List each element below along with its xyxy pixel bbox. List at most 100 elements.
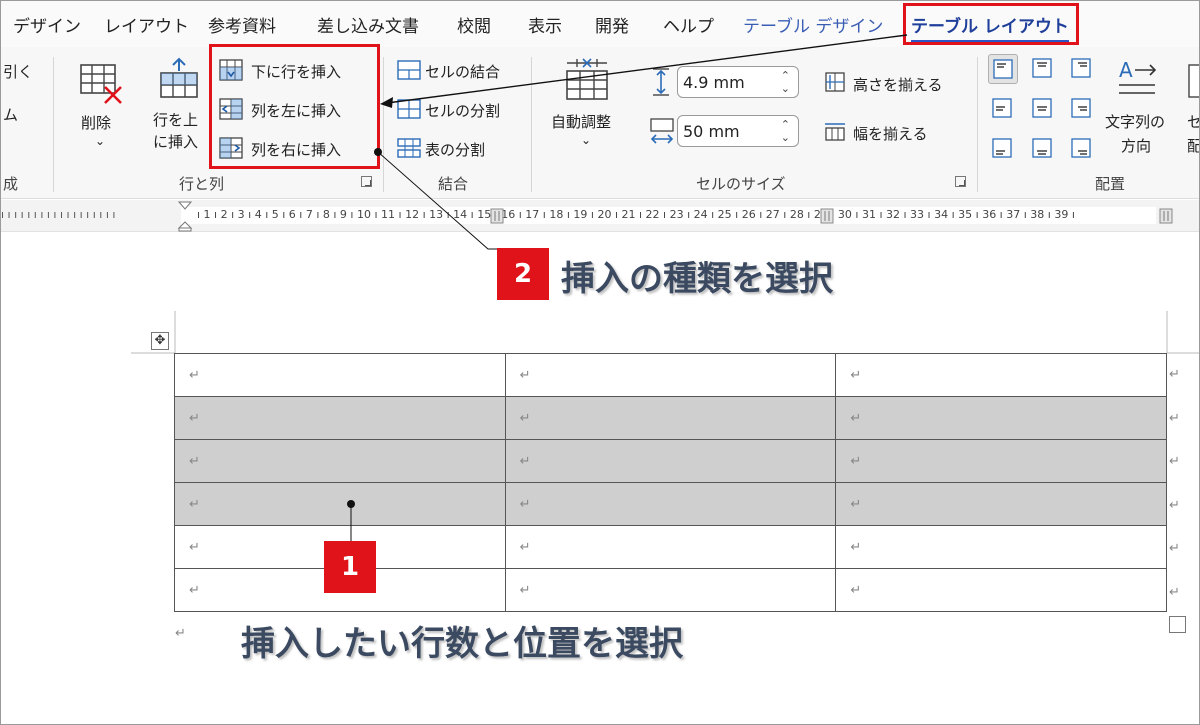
chevron-down-icon: ⌄ bbox=[581, 133, 592, 147]
align-middle-left-button[interactable] bbox=[988, 94, 1018, 124]
tab-view[interactable]: 表示 bbox=[528, 12, 562, 37]
word-table[interactable]: ↵ ↵ ↵ ↵ ↵ ↵ ↵ ↵ ↵ ↵ ↵ ↵ ↵ ↵ ↵ ↵ ↵ ↵ bbox=[174, 353, 1167, 612]
align-top-right-icon bbox=[1071, 58, 1091, 78]
tab-references[interactable]: 参考資料 bbox=[208, 12, 276, 37]
table-row[interactable]: ↵ ↵ ↵ bbox=[174, 353, 1167, 397]
table-cell[interactable]: ↵ bbox=[835, 396, 1167, 440]
tab-design[interactable]: デザイン bbox=[13, 12, 81, 37]
horizontal-ruler[interactable]: ı ı ı ı ı ı ı ı ı ı ı ı ı ı ı ı ı ı ı 1 … bbox=[1, 200, 1199, 232]
align-top-right-button[interactable] bbox=[1067, 54, 1097, 84]
autofit-label: 自動調整 bbox=[551, 113, 612, 131]
align-middle-right-button[interactable] bbox=[1067, 94, 1097, 124]
align-middle-center-button[interactable] bbox=[1028, 94, 1058, 124]
insert-left-label: 列を左に挿入 bbox=[251, 102, 342, 120]
table-row[interactable]: ↵ ↵ ↵ bbox=[174, 396, 1167, 440]
align-bottom-right-button[interactable] bbox=[1067, 134, 1097, 164]
align-top-center-icon bbox=[1032, 58, 1052, 78]
table-resize-handle[interactable] bbox=[1169, 616, 1186, 633]
group-separator bbox=[531, 57, 532, 192]
table-cell[interactable]: ↵ bbox=[504, 525, 837, 569]
split-cells-button[interactable]: セルの分割 bbox=[395, 96, 519, 124]
tab-layout[interactable]: レイアウト bbox=[104, 12, 189, 37]
table-cell[interactable]: ↵ bbox=[504, 568, 837, 612]
row-height-value: 4.9 mm bbox=[683, 73, 745, 92]
highlight-box-table-layout-tab bbox=[903, 3, 1079, 45]
group-separator bbox=[383, 57, 384, 192]
table-move-handle[interactable]: ✥ bbox=[151, 332, 169, 350]
end-of-row-mark: ↵ bbox=[1169, 410, 1180, 426]
column-width-icon bbox=[650, 118, 674, 144]
column-marker-icon[interactable] bbox=[1159, 208, 1173, 224]
table-row[interactable]: ↵ ↵ ↵ bbox=[174, 482, 1167, 526]
tab-developer[interactable]: 開発 bbox=[595, 12, 629, 37]
insert-left-icon bbox=[219, 98, 243, 120]
cell-size-dialog-launcher-icon[interactable] bbox=[955, 176, 966, 187]
align-bottom-right-icon bbox=[1071, 138, 1091, 158]
text-direction-button[interactable]: A 文字列の 方向 bbox=[1103, 57, 1177, 157]
split-table-icon bbox=[397, 138, 421, 158]
split-table-label: 表の分割 bbox=[425, 141, 486, 159]
insert-right-button[interactable]: 列を右に挿入 bbox=[217, 134, 375, 164]
table-cell[interactable]: ↵ bbox=[504, 353, 837, 397]
insert-above-button[interactable]: 行を上 に挿入 bbox=[147, 55, 211, 155]
table-cell[interactable]: ↵ bbox=[174, 396, 506, 440]
column-width-spinner-icon[interactable]: ⌃ ⌄ bbox=[781, 118, 790, 144]
delete-button[interactable]: 削除 ⌄ bbox=[69, 59, 135, 151]
table-cell[interactable]: ↵ bbox=[174, 353, 506, 397]
rows-columns-dialog-launcher-icon[interactable] bbox=[361, 176, 372, 187]
align-top-center-button[interactable] bbox=[1028, 54, 1058, 84]
tab-help[interactable]: ヘルプ bbox=[663, 12, 714, 37]
distribute-rows-label: 高さを揃える bbox=[853, 76, 943, 94]
column-width-input[interactable]: 50 mm ⌃ ⌄ bbox=[677, 115, 799, 147]
tab-mailings[interactable]: 差し込み文書 bbox=[317, 12, 419, 37]
table-cell[interactable]: ↵ bbox=[835, 525, 1167, 569]
move-cross-icon: ✥ bbox=[154, 333, 166, 348]
align-top-left-button[interactable] bbox=[988, 54, 1018, 84]
tab-review[interactable]: 校閲 bbox=[457, 12, 491, 37]
word-window: デザイン レイアウト 参考資料 差し込み文書 校閲 表示 開発 ヘルプ テーブル… bbox=[0, 0, 1200, 725]
group-label-partial-left: 成 bbox=[3, 175, 19, 193]
table-cell[interactable]: ↵ bbox=[835, 353, 1167, 397]
column-width-value: 50 mm bbox=[683, 122, 740, 141]
align-bottom-left-icon bbox=[992, 138, 1012, 158]
row-height-icon bbox=[653, 68, 669, 96]
distribute-columns-icon bbox=[825, 123, 845, 141]
end-of-row-mark: ↵ bbox=[1169, 367, 1180, 382]
group-separator bbox=[53, 57, 54, 192]
table-cell[interactable]: ↵ bbox=[835, 482, 1167, 526]
table-cell[interactable]: ↵ bbox=[835, 568, 1167, 612]
merge-cells-button[interactable]: セルの結合 bbox=[395, 57, 519, 85]
tab-table-design[interactable]: テーブル デザイン bbox=[743, 12, 883, 37]
delete-label: 削除 bbox=[81, 114, 112, 132]
delete-table-icon bbox=[80, 64, 122, 104]
column-marker-icon[interactable] bbox=[490, 208, 504, 224]
autofit-button[interactable]: 自動調整 ⌄ bbox=[545, 57, 629, 153]
align-bottom-center-button[interactable] bbox=[1028, 134, 1058, 164]
distribute-rows-button[interactable]: 高さを揃える bbox=[821, 69, 953, 97]
text-direction-label-2: 方向 bbox=[1121, 137, 1152, 155]
insert-left-button[interactable]: 列を左に挿入 bbox=[217, 95, 375, 125]
align-bottom-left-button[interactable] bbox=[988, 134, 1018, 164]
indent-marker-icon[interactable] bbox=[177, 200, 193, 232]
group-label-merge: 結合 bbox=[438, 175, 469, 193]
table-cell[interactable]: ↵ bbox=[835, 439, 1167, 483]
row-height-spinner-icon[interactable]: ⌃ ⌄ bbox=[781, 69, 790, 95]
insert-above-icon bbox=[160, 57, 198, 98]
ruler-numbers: ı 1 ı 2 ı 3 ı 4 ı 5 ı 6 ı 7 ı 8 ı 9 ı 10… bbox=[197, 208, 1075, 221]
distribute-columns-button[interactable]: 幅を揃える bbox=[821, 118, 953, 146]
insert-below-button[interactable]: 下に行を挿入 bbox=[217, 56, 375, 86]
table-row[interactable]: ↵ ↵ ↵ bbox=[174, 439, 1167, 483]
row-height-input[interactable]: 4.9 mm ⌃ ⌄ bbox=[677, 66, 799, 98]
merge-cells-label: セルの結合 bbox=[425, 63, 501, 81]
split-table-button[interactable]: 表の分割 bbox=[395, 135, 519, 163]
align-middle-right-icon bbox=[1071, 98, 1091, 118]
table-cell[interactable]: ↵ bbox=[504, 439, 837, 483]
table-cell[interactable]: ↵ bbox=[174, 439, 506, 483]
table-cell[interactable]: ↵ bbox=[504, 396, 837, 440]
group-label-rows-columns: 行と列 bbox=[179, 175, 225, 193]
text-direction-label-1: 文字列の bbox=[1105, 113, 1166, 131]
table-cell[interactable]: ↵ bbox=[174, 482, 506, 526]
table-cell[interactable]: ↵ bbox=[504, 482, 837, 526]
column-marker-icon[interactable] bbox=[820, 208, 834, 224]
end-of-row-mark: ↵ bbox=[1169, 497, 1180, 513]
